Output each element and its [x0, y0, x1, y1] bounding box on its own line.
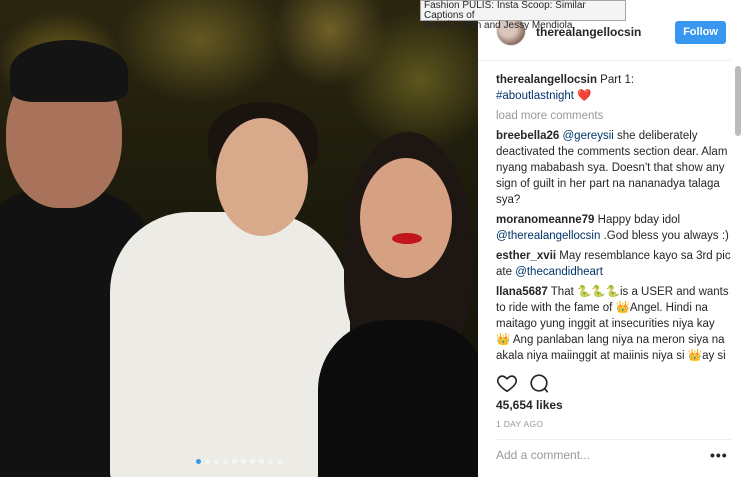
comment-item: breebella26 @gereysii she deliberately d…	[496, 128, 732, 208]
heart-emoji: ❤️	[577, 90, 592, 102]
caption-text: Part 1:	[596, 74, 635, 86]
more-options-icon[interactable]: •••	[710, 447, 728, 463]
load-more-comments-link[interactable]: load more comments	[496, 108, 732, 124]
carousel-dot[interactable]	[241, 459, 246, 464]
comments-scrollbar[interactable]	[734, 64, 742, 364]
post-photo[interactable]	[0, 0, 478, 477]
carousel-dot[interactable]	[277, 459, 282, 464]
carousel-dot[interactable]	[205, 459, 210, 464]
carousel-dot[interactable]	[268, 459, 273, 464]
like-heart-icon[interactable]	[496, 372, 518, 394]
comment-username[interactable]: esther_xvii	[496, 250, 556, 262]
snake-emoji: 🐍🐍🐍	[577, 286, 620, 298]
likes-count[interactable]: 45,654 likes	[496, 398, 563, 412]
comment-text: Happy bday idol	[594, 214, 681, 226]
comment-item: llana5687 That 🐍🐍🐍is a USER and wants to…	[496, 284, 732, 366]
comment-username[interactable]: llana5687	[496, 286, 548, 298]
link-tooltip: Fashion PULIS: Insta Scoop: Similar Capt…	[420, 0, 626, 31]
comment-bubble-icon[interactable]	[528, 372, 550, 394]
tooltip-line-2: Angel Locsin and Jessy Mendiola	[424, 20, 573, 31]
carousel-indicator	[0, 459, 478, 464]
comments-list: therealangellocsin Part 1: #aboutlastnig…	[496, 72, 732, 366]
comment-mention[interactable]: @gereysii	[563, 130, 614, 142]
comment-item: moranomeanne79 Happy bday idol @thereala…	[496, 212, 732, 244]
comment-text: .God bless you always :)	[600, 230, 729, 242]
carousel-dot[interactable]	[223, 459, 228, 464]
post-sidebar: therealangellocsin Follow therealangello…	[478, 0, 744, 477]
person-right-lips	[392, 233, 422, 244]
follow-button[interactable]: Follow	[675, 21, 726, 44]
person-right-head	[360, 158, 452, 278]
carousel-dot[interactable]	[196, 459, 201, 464]
crown-emoji: 👑	[615, 302, 630, 314]
carousel-dot[interactable]	[232, 459, 237, 464]
carousel-dot[interactable]	[259, 459, 264, 464]
header-divider	[478, 60, 732, 61]
actions-divider	[496, 439, 732, 440]
comment-mention[interactable]: @therealangellocsin	[496, 230, 600, 242]
add-comment-input[interactable]: Add a comment...	[496, 448, 696, 462]
comment-mention[interactable]: @thecandidheart	[515, 266, 603, 278]
tooltip-line-1: Fashion PULIS: Insta Scoop: Similar Capt…	[424, 0, 586, 21]
comment-text: That	[547, 286, 577, 298]
person-right-body	[318, 320, 478, 477]
comment-username[interactable]: breebella26	[496, 130, 559, 142]
carousel-dot[interactable]	[250, 459, 255, 464]
person-left-cap	[10, 40, 128, 102]
scrollbar-thumb[interactable]	[735, 66, 741, 136]
crown-emoji: 👑	[496, 334, 511, 346]
caption-username[interactable]: therealangellocsin	[496, 74, 597, 86]
post-timestamp: 1 DAY AGO	[496, 419, 544, 429]
comment-username[interactable]: moranomeanne79	[496, 214, 594, 226]
post-actions	[496, 372, 732, 394]
crown-emoji: 👑	[687, 350, 703, 362]
caption: therealangellocsin Part 1: #aboutlastnig…	[496, 72, 732, 104]
caption-hashtag[interactable]: #aboutlastnight	[496, 90, 574, 102]
person-center-body	[110, 212, 350, 477]
comment-item: esther_xvii May resemblance kayo sa 3rd …	[496, 248, 732, 280]
person-center-head	[216, 118, 308, 236]
carousel-dot[interactable]	[214, 459, 219, 464]
